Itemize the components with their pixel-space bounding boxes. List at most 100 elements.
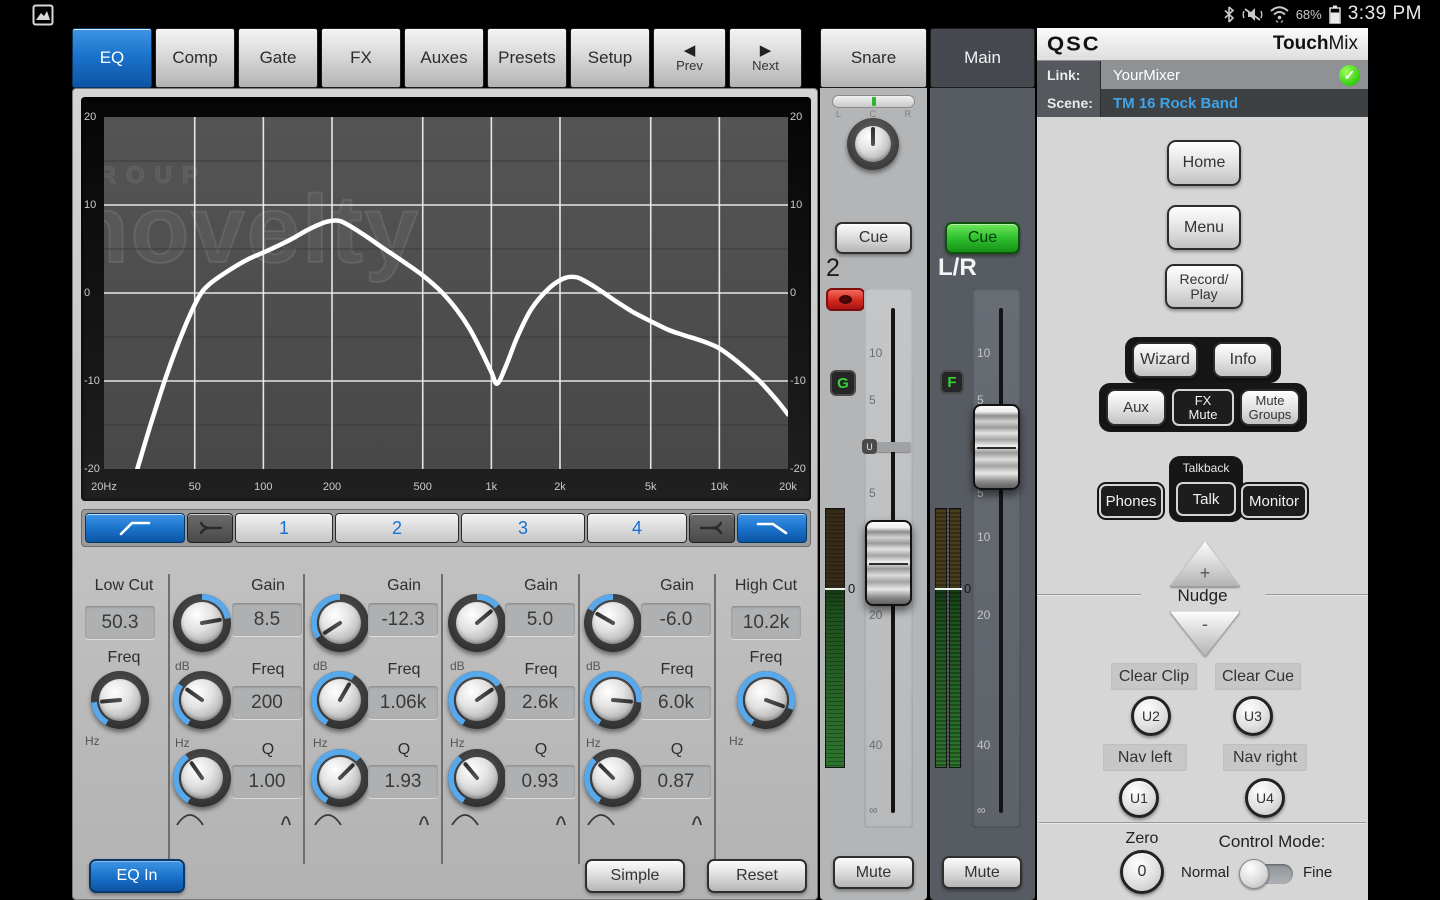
- home-button[interactable]: Home: [1167, 140, 1241, 186]
- band2-gain-knob[interactable]: [311, 594, 369, 652]
- band2-freq-knob[interactable]: [311, 671, 369, 729]
- low-shelf-button[interactable]: [187, 513, 233, 543]
- info-button[interactable]: Info: [1213, 342, 1273, 378]
- band1-q-value: 1.00: [232, 765, 302, 798]
- band4-gain-knob[interactable]: [584, 594, 642, 652]
- band2-q-knob[interactable]: [311, 749, 369, 807]
- divider: [578, 574, 580, 864]
- fader-scale-label: 20: [977, 608, 990, 622]
- high-cut-title: High Cut: [721, 577, 811, 595]
- tab-setup[interactable]: Setup: [570, 28, 650, 88]
- cue-button-main[interactable]: Cue: [945, 222, 1020, 254]
- band3-gain-knob[interactable]: [448, 594, 506, 652]
- aux-button[interactable]: Aux: [1106, 389, 1166, 426]
- reset-button[interactable]: Reset: [707, 859, 807, 893]
- db-tick-label: -20: [790, 463, 806, 475]
- prev-arrow-icon: ◀: [684, 43, 696, 59]
- wizard-info-group: Wizard Info: [1125, 337, 1281, 383]
- record-arm-button[interactable]: [826, 288, 865, 311]
- band-3-button[interactable]: 3: [461, 513, 585, 543]
- tab-gate[interactable]: Gate: [238, 28, 318, 88]
- freq-tick-label: 20k: [779, 481, 797, 493]
- band-4-button[interactable]: 4: [587, 513, 687, 543]
- record-play-button[interactable]: Record/Play: [1165, 264, 1243, 309]
- prev-channel-button[interactable]: ◀ Prev: [653, 28, 726, 88]
- fader-panel: 1055102040∞ U: [864, 288, 913, 828]
- band3-freq-knob[interactable]: [448, 671, 506, 729]
- band4-q-knob[interactable]: [584, 749, 642, 807]
- menu-button[interactable]: Menu: [1167, 205, 1241, 250]
- band-1-button[interactable]: 1: [235, 513, 333, 543]
- meter-bar-left: [935, 508, 947, 768]
- talkback-group: Talkback Talk: [1169, 456, 1243, 522]
- band4-freq-value: 6.0k: [641, 686, 711, 719]
- phones-button[interactable]: Phones: [1099, 484, 1163, 518]
- fader-scale-label: 10: [977, 346, 990, 360]
- band-2-button[interactable]: 2: [335, 513, 459, 543]
- tab-fx[interactable]: FX: [321, 28, 401, 88]
- nudge-up-button[interactable]: +: [1170, 540, 1240, 588]
- user-button-u2[interactable]: U2: [1131, 696, 1171, 736]
- low-cut-freq-knob[interactable]: [91, 671, 149, 729]
- channel-fader-handle[interactable]: [865, 520, 912, 606]
- high-cut-icon: [755, 519, 789, 537]
- db-tick-label: 10: [790, 199, 802, 211]
- wide-bell-icon: [313, 811, 343, 827]
- cue-button-snare[interactable]: Cue: [835, 222, 912, 254]
- toggle-knob[interactable]: [1239, 859, 1269, 889]
- clock: 3:39 PM: [1348, 3, 1422, 25]
- band3-gain-value: 5.0: [505, 603, 575, 636]
- low-cut-button[interactable]: [85, 513, 185, 543]
- high-cut-freq-knob[interactable]: [737, 671, 795, 729]
- user-button-u3[interactable]: U3: [1233, 696, 1273, 736]
- tab-main[interactable]: Main: [930, 28, 1035, 88]
- tab-comp[interactable]: Comp: [155, 28, 235, 88]
- zero-button[interactable]: 0: [1120, 850, 1164, 894]
- wizard-button[interactable]: Wizard: [1132, 342, 1198, 378]
- fader-scale-label: 40: [977, 738, 990, 752]
- monitor-button[interactable]: Monitor: [1241, 484, 1307, 518]
- tab-snare-channel[interactable]: Snare: [820, 28, 927, 88]
- main-fader-handle[interactable]: [973, 404, 1020, 490]
- control-mode-toggle[interactable]: [1241, 864, 1293, 884]
- wifi-icon: [1270, 6, 1289, 23]
- high-shelf-button[interactable]: [689, 513, 735, 543]
- pan-knob[interactable]: [847, 118, 899, 170]
- band1-freq-knob[interactable]: [173, 671, 231, 729]
- mute-button-main[interactable]: Mute: [942, 856, 1022, 889]
- band3-q-knob[interactable]: [448, 749, 506, 807]
- main-level-meter: [935, 508, 962, 768]
- talk-button[interactable]: Talk: [1176, 482, 1236, 516]
- eq-panel: GROUP novelty 20100-10-20 20100-10-20 20…: [72, 88, 818, 900]
- nudge-down-button[interactable]: -: [1170, 610, 1240, 658]
- band1-gain-knob[interactable]: [173, 594, 231, 652]
- mute-groups-button[interactable]: MuteGroups: [1240, 389, 1300, 426]
- tab-eq[interactable]: EQ: [72, 28, 152, 88]
- touchmix-screen: 68% 3:39 PM EQ Comp Gate FX Auxes Preset…: [0, 0, 1440, 900]
- bluetooth-icon: [1223, 6, 1235, 23]
- next-channel-button[interactable]: ▶ Next: [729, 28, 802, 88]
- q-width-icons: [586, 811, 704, 827]
- fader-scale-label: 40: [869, 738, 882, 752]
- freq-tick-label: 500: [414, 481, 432, 493]
- control-panel: QSC TouchMix Link: YourMixer ✓ Scene: TM…: [1037, 28, 1368, 900]
- fine-label: Fine: [1303, 864, 1332, 881]
- band4-freq-knob[interactable]: [584, 671, 642, 729]
- db-tick-label: 0: [790, 287, 796, 299]
- user-button-u4[interactable]: U4: [1245, 778, 1285, 818]
- tab-presets[interactable]: Presets: [487, 28, 567, 88]
- mute-button-snare[interactable]: Mute: [833, 856, 914, 889]
- narrow-bell-icon: [279, 811, 293, 827]
- fx-mute-button-active[interactable]: FXMute: [1172, 389, 1234, 426]
- band1-q-knob[interactable]: [173, 749, 231, 807]
- high-cut-button[interactable]: [737, 513, 807, 543]
- eq-in-button[interactable]: EQ In: [89, 859, 185, 893]
- pan-slider[interactable]: [832, 95, 915, 108]
- db-tick-label: 0: [84, 287, 90, 299]
- divider: [1039, 822, 1366, 823]
- user-button-u1[interactable]: U1: [1119, 778, 1159, 818]
- band2-gain-value: -12.3: [368, 603, 438, 636]
- simple-button[interactable]: Simple: [585, 859, 685, 893]
- fader-scale-label: 5: [869, 393, 876, 407]
- tab-auxes[interactable]: Auxes: [404, 28, 484, 88]
